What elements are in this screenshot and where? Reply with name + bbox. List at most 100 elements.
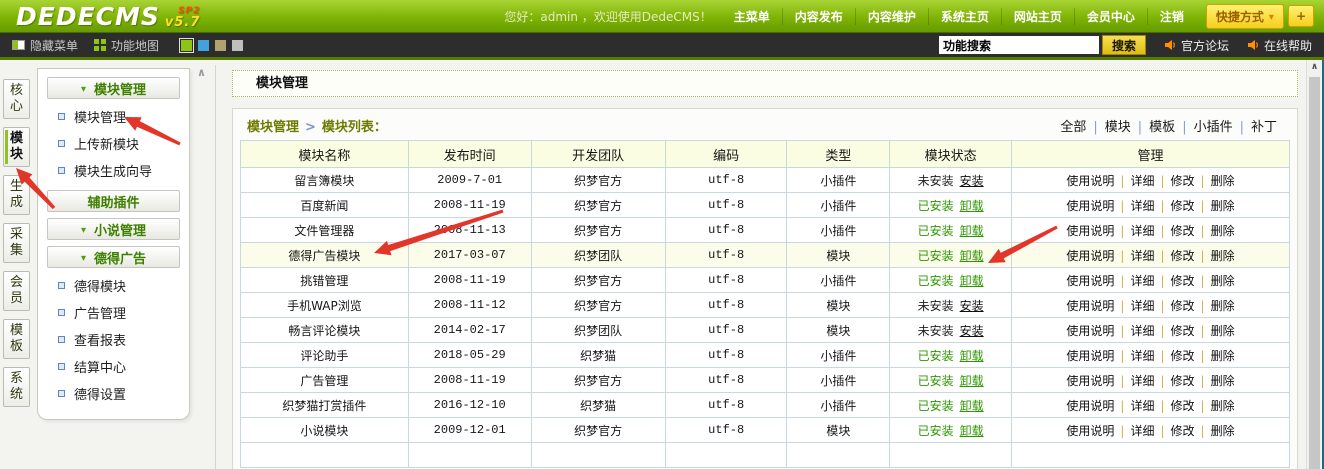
official-forum-link[interactable]: 官方论坛 (1164, 37, 1229, 54)
scroll-up-arrow[interactable] (1307, 60, 1322, 76)
action-link-2[interactable]: 修改 (1171, 349, 1195, 363)
online-help-link[interactable]: 在线帮助 (1247, 37, 1312, 54)
top-nav-logout[interactable]: 注销 (1147, 8, 1196, 25)
action-link-0[interactable]: 使用说明 (1066, 299, 1114, 313)
action-link-2[interactable]: 修改 (1171, 324, 1195, 338)
action-link-2[interactable]: 修改 (1171, 174, 1195, 188)
top-nav-content-maintain[interactable]: 内容维护 (855, 8, 928, 25)
action-link-1[interactable]: 详细 (1130, 324, 1154, 338)
top-nav-site-home[interactable]: 网站主页 (1001, 8, 1074, 25)
uninstall-link[interactable]: 卸载 (960, 274, 984, 288)
install-link[interactable]: 安装 (960, 299, 984, 313)
action-link-3[interactable]: 删除 (1211, 324, 1235, 338)
action-link-3[interactable]: 删除 (1211, 224, 1235, 238)
action-link-3[interactable]: 删除 (1211, 399, 1235, 413)
filter-link-3[interactable]: 小插件 (1187, 120, 1240, 135)
sidebar-item-dede-settings[interactable]: 德得设置 (38, 380, 189, 407)
action-link-0[interactable]: 使用说明 (1066, 374, 1114, 388)
action-link-0[interactable]: 使用说明 (1066, 199, 1114, 213)
sidebar-item-ad-manage[interactable]: 广告管理 (38, 299, 189, 326)
action-link-1[interactable]: 详细 (1130, 274, 1154, 288)
filter-link-1[interactable]: 模块 (1098, 120, 1138, 135)
collapse-menu-icon[interactable] (197, 66, 206, 79)
action-link-2[interactable]: 修改 (1171, 424, 1195, 438)
hide-menu-button[interactable]: 隐藏菜单 (12, 37, 78, 54)
action-link-1[interactable]: 详细 (1130, 224, 1154, 238)
sidebar-item-view-report[interactable]: 查看报表 (38, 326, 189, 353)
action-link-2[interactable]: 修改 (1171, 374, 1195, 388)
menu-header-helper-plugins-group[interactable]: 辅助插件 (47, 190, 180, 212)
menu-header-novel-manage-group[interactable]: 小说管理 (47, 218, 180, 240)
sidebar-item-module-manage[interactable]: 模块管理 (38, 103, 189, 130)
action-link-2[interactable]: 修改 (1171, 199, 1195, 213)
action-link-1[interactable]: 详细 (1130, 199, 1154, 213)
uninstall-link[interactable]: 卸载 (960, 399, 984, 413)
action-link-1[interactable]: 详细 (1130, 249, 1154, 263)
action-link-3[interactable]: 删除 (1211, 249, 1235, 263)
action-link-2[interactable]: 修改 (1171, 399, 1195, 413)
install-link[interactable]: 安装 (960, 324, 984, 338)
action-link-3[interactable]: 删除 (1211, 199, 1235, 213)
install-link[interactable]: 安装 (960, 174, 984, 188)
action-link-0[interactable]: 使用说明 (1066, 274, 1114, 288)
sidebar-tab-member[interactable]: 会员 (3, 271, 30, 311)
menu-header-dede-ad-group[interactable]: 德得广告 (47, 246, 180, 268)
action-link-2[interactable]: 修改 (1171, 249, 1195, 263)
theme-swatch-2[interactable] (215, 40, 226, 51)
uninstall-link[interactable]: 卸载 (960, 349, 984, 363)
action-link-1[interactable]: 详细 (1130, 174, 1154, 188)
scrollbar[interactable] (1306, 60, 1322, 469)
action-link-1[interactable]: 详细 (1130, 424, 1154, 438)
sidebar-item-upload-new-module[interactable]: 上传新模块 (38, 130, 189, 157)
action-link-3[interactable]: 删除 (1211, 374, 1235, 388)
uninstall-link[interactable]: 卸载 (960, 424, 984, 438)
theme-swatch-0[interactable] (181, 40, 192, 51)
action-link-0[interactable]: 使用说明 (1066, 424, 1114, 438)
action-link-0[interactable]: 使用说明 (1066, 224, 1114, 238)
sidebar-item-module-wizard[interactable]: 模块生成向导 (38, 157, 189, 184)
action-link-3[interactable]: 删除 (1211, 299, 1235, 313)
filter-link-4[interactable]: 补丁 (1244, 120, 1284, 135)
action-link-0[interactable]: 使用说明 (1066, 174, 1114, 188)
uninstall-link[interactable]: 卸载 (960, 224, 984, 238)
sidebar-tab-core[interactable]: 核心 (3, 79, 30, 119)
add-shortcut-button[interactable]: + (1288, 5, 1314, 27)
filter-link-2[interactable]: 模板 (1142, 120, 1182, 135)
action-link-1[interactable]: 详细 (1130, 349, 1154, 363)
action-link-0[interactable]: 使用说明 (1066, 249, 1114, 263)
sidebar-item-dede-module[interactable]: 德得模块 (38, 272, 189, 299)
action-link-0[interactable]: 使用说明 (1066, 399, 1114, 413)
action-link-3[interactable]: 删除 (1211, 274, 1235, 288)
top-nav-content-publish[interactable]: 内容发布 (782, 8, 855, 25)
scrollbar-thumb[interactable] (1309, 77, 1320, 469)
sidebar-item-settle-center[interactable]: 结算中心 (38, 353, 189, 380)
action-link-2[interactable]: 修改 (1171, 274, 1195, 288)
shortcut-button[interactable]: 快捷方式 (1206, 4, 1284, 29)
top-nav-main-menu[interactable]: 主菜单 (722, 8, 782, 25)
action-link-1[interactable]: 详细 (1130, 399, 1154, 413)
theme-swatch-3[interactable] (232, 40, 243, 51)
sidebar-tab-module[interactable]: 模块 (3, 127, 30, 167)
action-link-0[interactable]: 使用说明 (1066, 349, 1114, 363)
uninstall-link[interactable]: 卸载 (960, 199, 984, 213)
action-link-2[interactable]: 修改 (1171, 299, 1195, 313)
sidebar-tab-collect[interactable]: 采集 (3, 223, 30, 263)
top-nav-system-home[interactable]: 系统主页 (928, 8, 1001, 25)
action-link-0[interactable]: 使用说明 (1066, 324, 1114, 338)
action-link-3[interactable]: 删除 (1211, 349, 1235, 363)
search-input[interactable] (939, 36, 1099, 54)
sidebar-tab-generate[interactable]: 生成 (3, 175, 30, 215)
action-link-3[interactable]: 删除 (1211, 424, 1235, 438)
breadcrumb-part[interactable]: 模块管理 (247, 120, 299, 135)
action-link-3[interactable]: 删除 (1211, 174, 1235, 188)
action-link-1[interactable]: 详细 (1130, 374, 1154, 388)
feature-map-button[interactable]: 功能地图 (94, 37, 159, 54)
filter-link-0[interactable]: 全部 (1053, 120, 1093, 135)
sidebar-tab-system[interactable]: 系统 (3, 367, 30, 407)
theme-swatch-1[interactable] (198, 40, 209, 51)
top-nav-member-center[interactable]: 会员中心 (1074, 8, 1147, 25)
sidebar-tab-template[interactable]: 模板 (3, 319, 30, 359)
search-button[interactable]: 搜索 (1102, 35, 1146, 55)
menu-header-module-manage-group[interactable]: 模块管理 (47, 77, 180, 99)
uninstall-link[interactable]: 卸载 (960, 374, 984, 388)
